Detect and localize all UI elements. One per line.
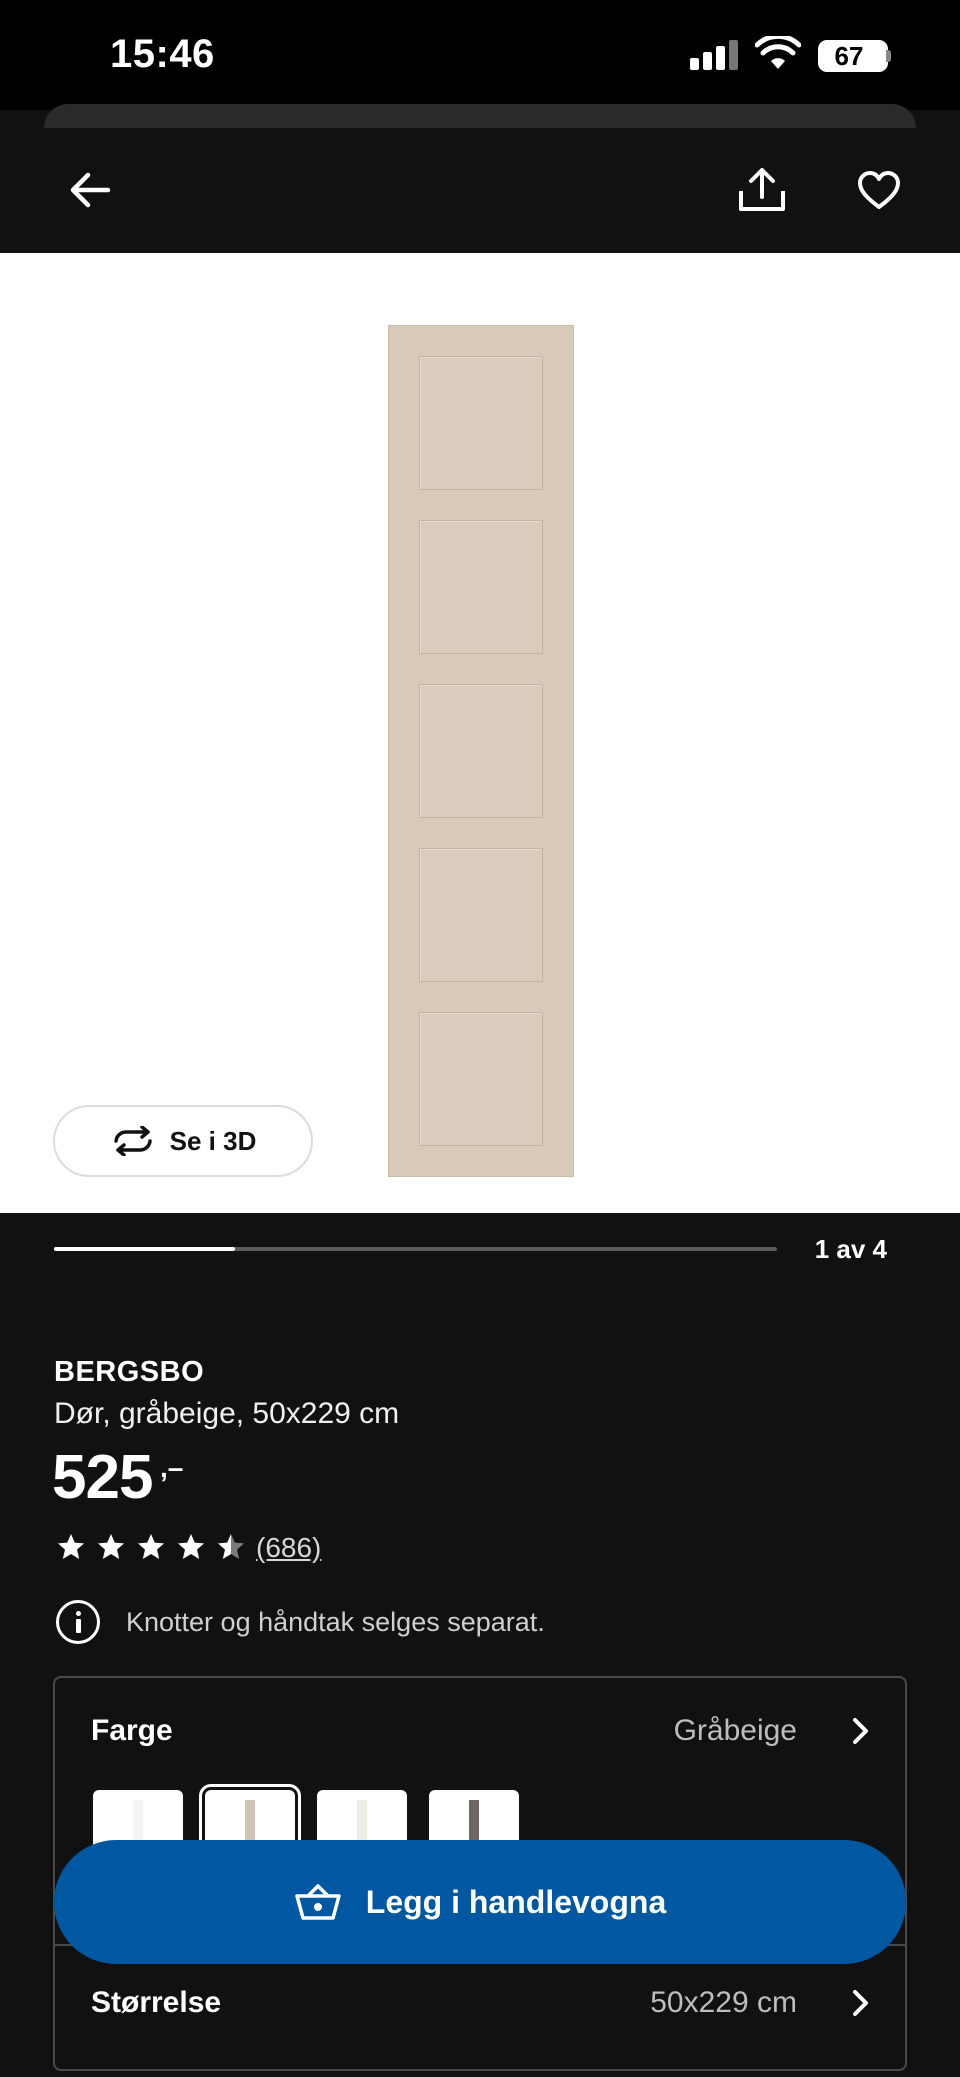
price-suffix: ,– [160, 1452, 184, 1483]
star-icon [138, 1534, 164, 1559]
size-option-label: Størrelse [91, 1986, 222, 2019]
status-time: 15:46 [110, 32, 215, 76]
view-3d-label: Se i 3D [169, 1125, 257, 1156]
door-panel [419, 1012, 543, 1146]
size-option-value[interactable]: 50x229 cm [650, 1986, 797, 2020]
star-icon [98, 1534, 124, 1559]
product-image-door [388, 325, 574, 1177]
product-image-gallery[interactable]: Se i 3D [0, 253, 960, 1213]
door-panel [419, 684, 543, 818]
info-icon [56, 1600, 100, 1644]
battery-tip [886, 50, 891, 62]
door-panel [419, 848, 543, 982]
chevron-right-icon[interactable] [845, 1988, 875, 2018]
gallery-counter: 1 av 4 [814, 1234, 887, 1264]
door-panel [419, 356, 543, 490]
rating-count-link[interactable]: (686) [256, 1532, 321, 1564]
star-icon [178, 1534, 204, 1559]
share-button[interactable] [730, 158, 794, 222]
product-description: Dør, gråbeige, 50x229 cm [54, 1397, 400, 1430]
view-3d-button[interactable]: Se i 3D [53, 1105, 313, 1177]
rotate-3d-icon [113, 1126, 152, 1156]
battery-level: 67 [834, 41, 864, 71]
battery-icon: 67 [818, 40, 888, 72]
favorite-button[interactable] [847, 158, 911, 222]
status-bar: 15:46 67 [0, 0, 960, 110]
color-option-label: Farge [91, 1714, 173, 1747]
chevron-right-icon[interactable] [845, 1716, 875, 1746]
star-icon [58, 1534, 84, 1559]
arrow-left-icon [70, 172, 111, 208]
star-icon [218, 1534, 244, 1559]
door-panel [419, 520, 543, 654]
info-note: Knotter og håndtak selges separat. [126, 1607, 545, 1637]
wifi-icon [755, 36, 801, 69]
cellular-signal-icon [690, 40, 740, 70]
color-option-value[interactable]: Gråbeige [674, 1714, 797, 1748]
rating-stars[interactable] [54, 1532, 248, 1562]
gallery-progress-bar [54, 1247, 777, 1251]
product-price: 525 [52, 1443, 153, 1512]
shopping-basket-icon [295, 1884, 341, 1920]
back-button[interactable] [58, 158, 122, 222]
gallery-progress-fill [54, 1247, 235, 1251]
add-to-cart-label: Legg i handlevogna [365, 1883, 667, 1920]
add-to-cart-button[interactable]: Legg i handlevogna [54, 1840, 906, 1964]
share-icon [739, 168, 785, 211]
product-name: BERGSBO [54, 1356, 205, 1388]
heart-icon [858, 171, 900, 209]
top-nav [0, 128, 960, 253]
